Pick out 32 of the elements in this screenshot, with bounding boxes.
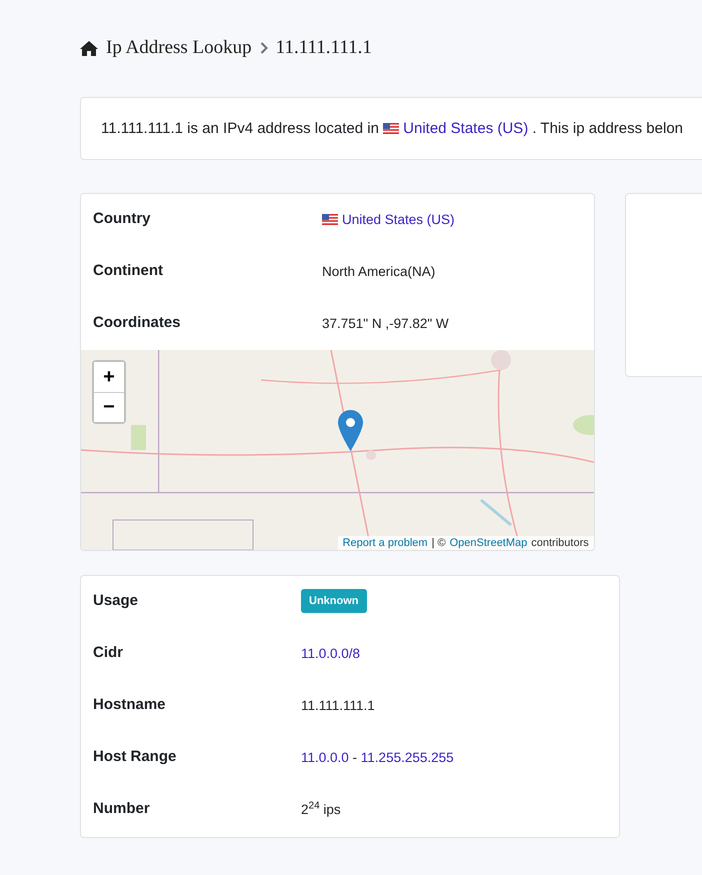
field-label: Host Range — [93, 748, 178, 765]
attribution-separator: | © — [432, 537, 446, 549]
range-end-link[interactable]: 11.255.255.255 — [360, 750, 454, 765]
field-link[interactable]: 11.0.0.0/8 — [301, 644, 360, 661]
field-label: Usage — [93, 592, 140, 609]
breadcrumb-link[interactable]: Ip Address Lookup — [106, 37, 252, 59]
zoom-out-button[interactable]: − — [94, 392, 124, 422]
field-value: 2$^{24}$ ips — [301, 800, 341, 817]
range-start-link[interactable]: 11.0.0.0 — [301, 750, 349, 765]
field-value: North America(NA) — [322, 263, 436, 279]
field-label: Number — [93, 800, 151, 817]
chevron-icon — [260, 42, 268, 54]
flag-icon — [383, 123, 400, 134]
field-label: Country — [93, 210, 152, 227]
map-marker-icon — [338, 410, 363, 451]
range-separator: - — [352, 750, 358, 765]
field-label: Coordinates — [93, 314, 182, 331]
report-link[interactable]: Report a problem — [342, 537, 428, 549]
usage-badge: Unknown — [301, 589, 366, 613]
breadcrumb-current: 11.111.111.1 — [276, 37, 372, 59]
flag-icon — [322, 214, 338, 225]
field-label: Cidr — [93, 644, 124, 661]
field-value: 37.751" N ,-97.82" W — [322, 315, 449, 331]
attribution-text: contributors — [531, 537, 589, 549]
home-icon[interactable] — [80, 40, 98, 56]
intro-sentence: 11.111.111.1 is an IPv4 address located in United States (US) . This ip address belon — [101, 120, 684, 137]
field-label: Continent — [93, 262, 164, 279]
field-value: 11.111.111.1 — [301, 697, 375, 713]
osm-link[interactable]: OpenStreetMap — [450, 537, 528, 549]
field-label: Hostname — [93, 696, 167, 713]
country-link[interactable]: United States (US) — [342, 212, 455, 227]
country-link[interactable]: United States (US) — [403, 120, 528, 137]
